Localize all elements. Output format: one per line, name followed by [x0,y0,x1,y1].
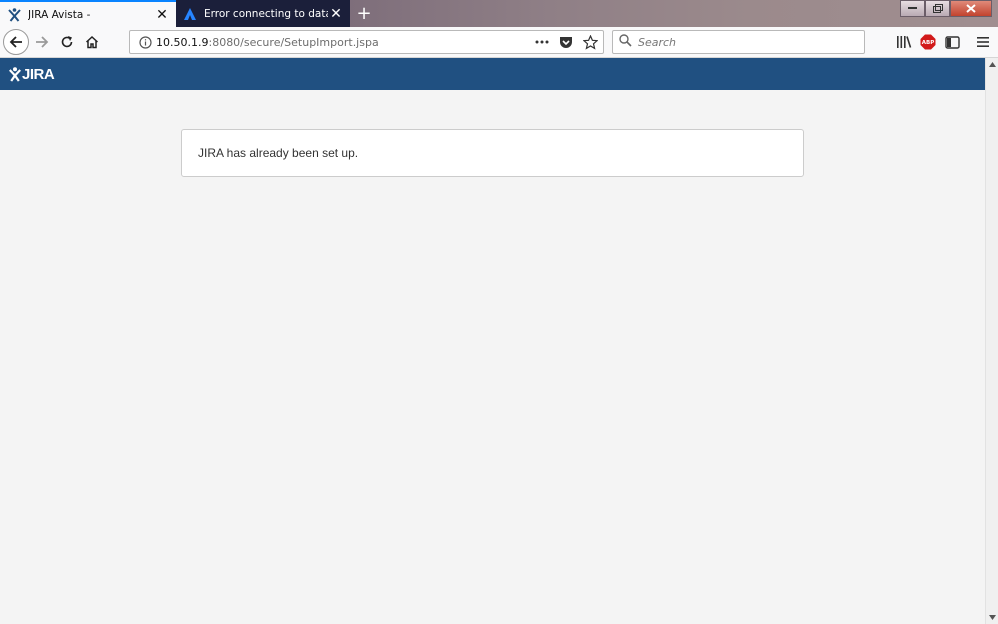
search-bar[interactable] [612,30,865,54]
browser-nav-bar: 10.50.1.9:8080/secure/SetupImport.jspa S… [0,27,998,58]
jira-header: JIRA [0,58,985,90]
tab-close-icon[interactable]: ✕ [154,7,170,23]
reload-icon [61,36,73,48]
url-text[interactable]: 10.50.1.9:8080/secure/SetupImport.jspa [156,36,533,49]
svg-text:ABP: ABP [922,40,934,46]
sidebar-icon [944,35,960,49]
search-icon [619,34,632,50]
tab-jira-avista[interactable]: JIRA Avista - ✕ [0,0,176,27]
sidebar-toggle-button[interactable] [941,31,963,53]
close-window-button[interactable] [950,0,992,17]
tab-title: JIRA Avista - [28,8,91,21]
forward-arrow-icon [36,36,49,48]
url-path: :8080/secure/SetupImport.jspa [208,35,379,49]
tab-close-icon[interactable]: ✕ [328,6,344,22]
jira-favicon-icon [6,7,22,23]
search-input[interactable] [638,35,848,49]
library-icon [897,36,912,48]
tab-error-connecting[interactable]: Error connecting to database ✕ [176,0,350,27]
jira-logo[interactable]: JIRA [9,65,55,83]
page-actions-icon[interactable] [533,33,551,51]
home-button[interactable] [80,30,104,54]
tab-title: Error connecting to database [204,7,328,20]
atlassian-favicon-icon [182,6,198,22]
jira-logo-text: JIRA [22,65,55,83]
minimize-button[interactable] [900,0,925,17]
scroll-down-arrow-icon[interactable] [986,611,998,624]
reload-button[interactable] [55,30,79,54]
home-icon [85,35,99,49]
restore-button[interactable] [925,0,950,17]
url-bar[interactable]: 10.50.1.9:8080/secure/SetupImport.jspa [129,30,604,54]
back-button[interactable] [3,29,29,55]
main-content: JIRA has already been set up. [0,90,985,624]
hamburger-menu-icon [977,37,989,47]
adblock-button[interactable]: ABP [917,31,939,53]
new-tab-button[interactable]: + [354,3,374,24]
scroll-up-arrow-icon[interactable] [986,58,998,71]
window-controls [900,0,992,17]
vertical-scrollbar[interactable] [985,58,998,624]
forward-button[interactable] [30,30,54,54]
pocket-icon[interactable] [557,33,575,51]
site-info-icon[interactable] [134,35,156,49]
library-button[interactable] [893,31,915,53]
jira-logo-icon [9,66,21,82]
setup-message: JIRA has already been set up. [198,146,359,160]
back-arrow-icon [9,36,22,48]
message-panel: JIRA has already been set up. [181,129,804,177]
url-host: 10.50.1.9 [156,35,209,49]
menu-button[interactable] [972,31,994,53]
browser-tab-bar: JIRA Avista - ✕ Error connecting to data… [0,0,998,27]
bookmark-star-icon[interactable] [581,33,599,51]
adblock-plus-icon: ABP [920,34,936,50]
